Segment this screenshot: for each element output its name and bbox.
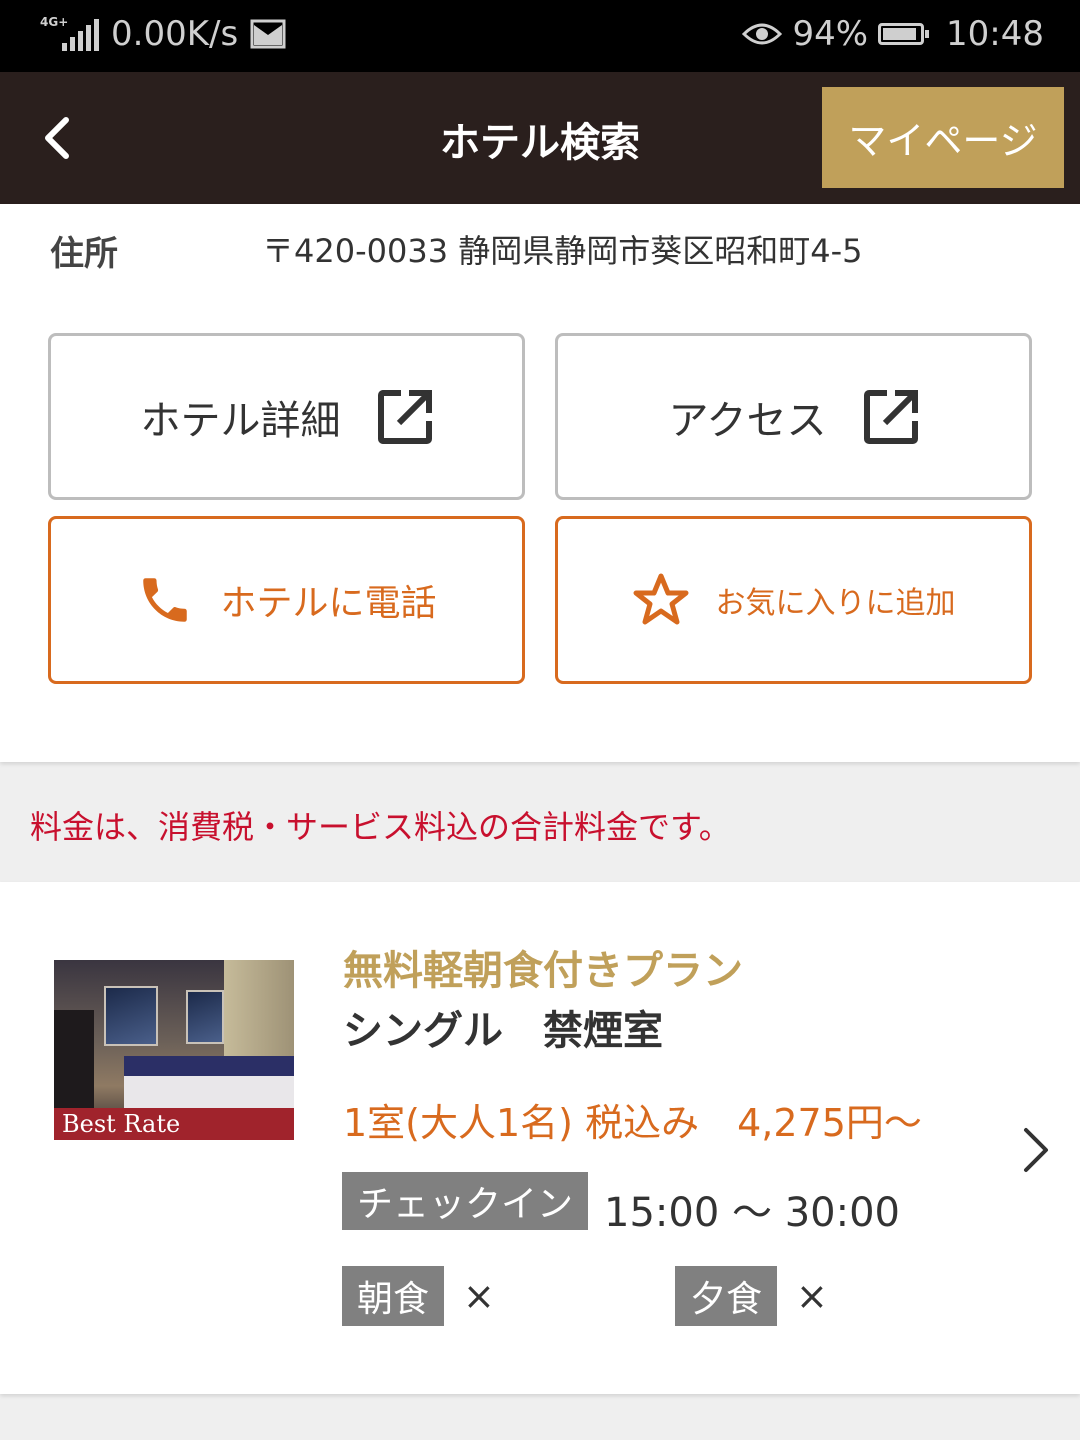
external-link-icon <box>377 389 432 444</box>
mypage-button[interactable]: マイページ <box>822 87 1064 188</box>
status-right: 94% 10:48 <box>742 14 1044 54</box>
network-type: 4G+ <box>40 15 69 29</box>
checkin-time: 15:00 〜 30:00 <box>604 1190 900 1236</box>
room-image: Best Rate <box>54 960 294 1140</box>
address-label: 住所 <box>50 234 118 274</box>
status-bar: 4G+ 0.00K/s 94% 10:48 <box>0 0 1080 72</box>
checkin-tag: チェックイン <box>342 1172 588 1230</box>
dinner-tag: 夕食 <box>675 1266 777 1326</box>
hotel-info-card: 住所 〒420-0033 静岡県静岡市葵区昭和町4-5 ホテル詳細 アクセス ホ… <box>0 204 1080 762</box>
access-label: アクセス <box>668 397 827 444</box>
eye-icon <box>742 23 783 45</box>
network-speed: 0.00K/s <box>111 14 239 54</box>
battery-icon <box>878 23 930 45</box>
address-value: 〒420-0033 静岡県静岡市葵区昭和町4-5 <box>262 232 863 270</box>
breakfast-tag: 朝食 <box>342 1266 444 1326</box>
call-hotel-button[interactable]: ホテルに電話 <box>48 516 525 684</box>
hotel-detail-label: ホテル詳細 <box>140 397 341 444</box>
call-hotel-label: ホテルに電話 <box>220 583 437 624</box>
phone-icon <box>143 578 188 622</box>
plan-card[interactable]: Best Rate 無料軽朝食付きプラン シングル 禁煙室 1室(大人1名) 税… <box>0 882 1080 1394</box>
access-button[interactable]: アクセス <box>555 333 1032 500</box>
battery-percent: 94% <box>792 14 869 54</box>
status-left: 4G+ 0.00K/s <box>40 14 286 54</box>
star-icon <box>633 573 688 625</box>
price-text: 1室(大人1名) 税込み 4,275円〜 <box>343 1101 922 1145</box>
add-favorite-button[interactable]: お気に入りに追加 <box>555 516 1032 684</box>
signal-icon: 4G+ <box>40 15 99 51</box>
plan-name: 無料軽朝食付きプラン <box>343 948 743 994</box>
external-link-icon <box>863 389 918 444</box>
chevron-right-icon[interactable] <box>1016 1122 1056 1178</box>
dinner-value: × <box>796 1274 828 1318</box>
best-rate-badge: Best Rate <box>54 1108 294 1140</box>
breakfast-value: × <box>463 1274 495 1318</box>
price-notice: 料金は、消費税・サービス料込の合計料金です。 <box>30 808 731 846</box>
app-header: ホテル検索 マイページ <box>0 72 1080 204</box>
clock: 10:48 <box>946 14 1044 54</box>
mail-icon <box>250 19 286 49</box>
room-type: シングル 禁煙室 <box>343 1008 663 1054</box>
add-favorite-label: お気に入りに追加 <box>715 586 956 621</box>
hotel-detail-button[interactable]: ホテル詳細 <box>48 333 525 500</box>
